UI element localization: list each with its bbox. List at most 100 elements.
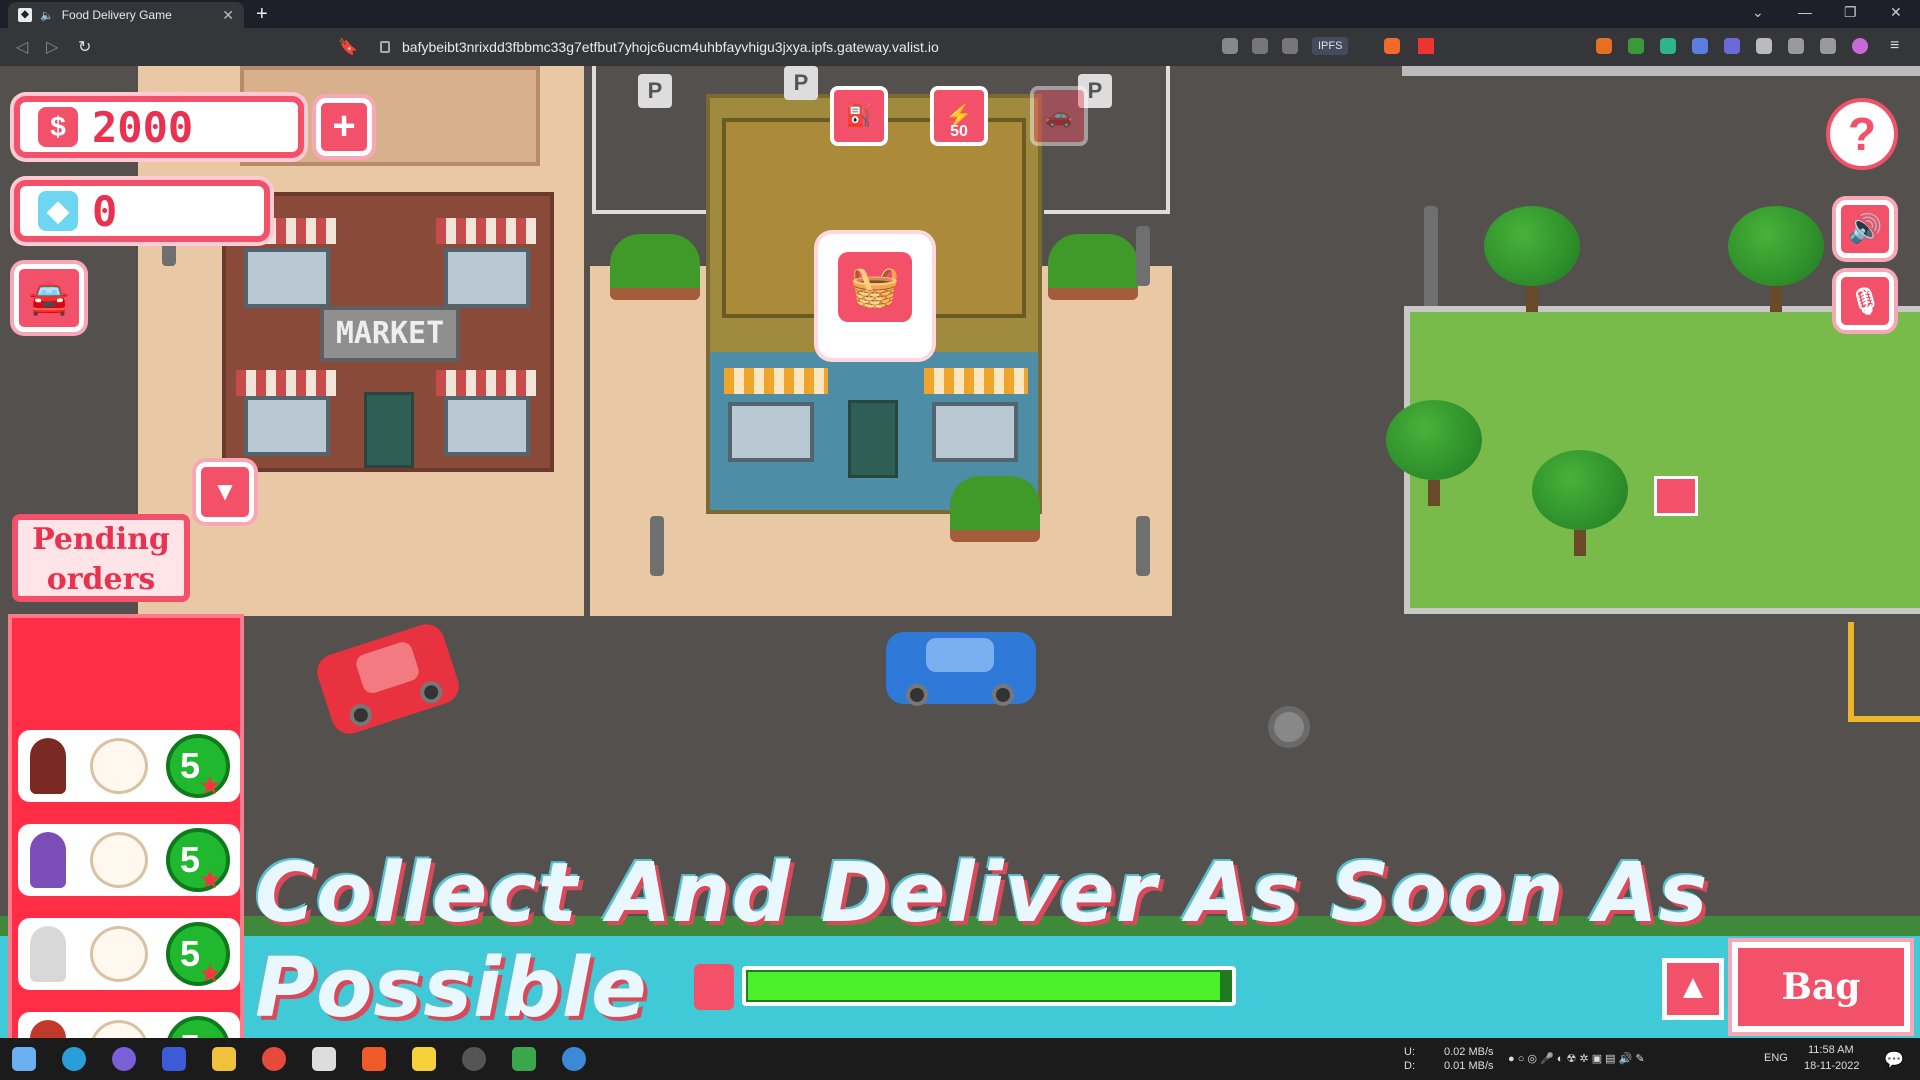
bus-stop-sign: [1654, 476, 1698, 516]
browser-alt-icon[interactable]: [562, 1047, 586, 1071]
reload-icon[interactable]: ↻: [78, 37, 91, 57]
tab-search-icon[interactable]: ⌄: [1752, 4, 1764, 21]
star-icon: ★: [200, 867, 220, 892]
brave-icon[interactable]: [362, 1047, 386, 1071]
brave-shield-icon[interactable]: [1384, 38, 1400, 54]
clock-time[interactable]: 11:58 AM: [1808, 1044, 1854, 1056]
window: [444, 248, 530, 308]
minimize-button[interactable]: —: [1798, 4, 1812, 20]
gem-counter: ◆ 0: [14, 180, 270, 242]
browser-tab[interactable]: ◆ 🔈 Food Delivery Game ✕: [8, 2, 244, 28]
bag-button[interactable]: Bag: [1732, 942, 1910, 1032]
extension-teal-icon[interactable]: [1660, 38, 1676, 54]
share-icon[interactable]: [1282, 38, 1298, 54]
window: [244, 396, 330, 456]
red-car: [312, 619, 464, 739]
chrome-icon[interactable]: [262, 1047, 286, 1071]
pending-orders-label: Pending orders: [12, 514, 190, 602]
manhole: [1268, 706, 1310, 748]
cast-icon[interactable]: [1222, 38, 1238, 54]
diamond-icon: ◆: [38, 191, 78, 231]
sidebar-icon[interactable]: [1788, 38, 1804, 54]
obs-icon[interactable]: [462, 1047, 486, 1071]
close-window-button[interactable]: ✕: [1890, 4, 1902, 21]
parking-line: [1166, 66, 1170, 212]
delivery-zone-marker: [1848, 622, 1920, 722]
mic-muted-button[interactable]: 🎙: [1836, 272, 1894, 330]
tree: [1386, 400, 1482, 506]
rating-badge: 5★: [166, 828, 230, 892]
order-card[interactable]: 5★: [18, 1012, 240, 1038]
menu-icon[interactable]: ≡: [1890, 37, 1899, 55]
extension-green-icon[interactable]: [1628, 38, 1644, 54]
customer-avatar: [30, 832, 66, 888]
extension-blue-icon[interactable]: [1692, 38, 1708, 54]
rating-badge: 5★: [166, 734, 230, 798]
street-lamp: [650, 516, 664, 576]
sticky-notes-icon[interactable]: [412, 1047, 436, 1071]
unity-icon[interactable]: [312, 1047, 336, 1071]
browser-tab-bar: ◆ 🔈 Food Delivery Game ✕ + ⌄ — ❐ ✕: [0, 0, 1920, 28]
windows-start-icon[interactable]: [12, 1047, 36, 1071]
orders-panel: 5★ 5★ 5★ 5★: [8, 614, 244, 1038]
extensions-puzzle-icon[interactable]: [1756, 38, 1772, 54]
ipfs-badge[interactable]: IPFS: [1312, 37, 1349, 55]
game-canvas[interactable]: MARKET 🧺 P P P Collect And Deliver As So…: [0, 66, 1920, 1038]
lock-icon: [380, 41, 390, 53]
broadcast-icon[interactable]: [1252, 38, 1268, 54]
pickup-marker[interactable]: 🧺: [818, 234, 932, 358]
order-card[interactable]: 5★: [18, 730, 240, 802]
fuel-can-icon[interactable]: ⛽: [830, 86, 888, 146]
back-icon[interactable]: ◁: [16, 37, 28, 57]
street-lamp: [1136, 226, 1150, 286]
sound-button[interactable]: 🔊: [1836, 200, 1894, 258]
github-icon[interactable]: [112, 1047, 136, 1071]
speaker-icon: 🔈: [40, 9, 54, 22]
wallet-icon[interactable]: [1820, 38, 1836, 54]
profile-avatar[interactable]: [1852, 38, 1868, 54]
window: [244, 248, 330, 308]
park-fence-top: [1402, 66, 1920, 76]
parking-sign: P: [638, 74, 672, 108]
tree: [1484, 206, 1580, 312]
planter: [610, 234, 700, 300]
energy-boost-button[interactable]: ⚡ 50: [930, 86, 988, 146]
planter: [950, 476, 1040, 542]
collapse-orders-button[interactable]: ▼: [196, 462, 254, 522]
garage-car-button[interactable]: 🚘: [14, 264, 84, 332]
tab-title: Food Delivery Game: [61, 8, 172, 22]
tray-icons[interactable]: ● ○ ◎ 🎤 ◐ ☢ ✲ ▣ ▤ 🔊 ✎: [1508, 1052, 1645, 1065]
money-counter: $ 2000: [14, 96, 304, 158]
customer-avatar: [30, 738, 66, 794]
forward-icon[interactable]: ▷: [46, 37, 58, 57]
energy-value: 50: [950, 123, 968, 140]
donuts-icon: [90, 832, 148, 888]
brave-rewards-icon[interactable]: [1418, 38, 1434, 54]
shop-door: [848, 400, 898, 478]
clock-date[interactable]: 18-11-2022: [1804, 1060, 1859, 1072]
money-value: 2000: [92, 102, 194, 152]
metamask-extension-icon[interactable]: [1596, 38, 1612, 54]
file-explorer-icon[interactable]: [212, 1047, 236, 1071]
language-indicator[interactable]: ENG: [1764, 1052, 1788, 1064]
notepad-icon[interactable]: [512, 1047, 536, 1071]
car-upgrade-icon[interactable]: 🚗: [1030, 86, 1088, 146]
app-icon[interactable]: [162, 1047, 186, 1071]
awning: [436, 370, 536, 396]
close-tab-icon[interactable]: ✕: [222, 7, 234, 24]
new-tab-button[interactable]: +: [256, 3, 268, 26]
url-text: bafybeibt3nrixdd3fbbmc33g7etfbut7yhojc6u…: [402, 39, 939, 55]
edge-icon[interactable]: [62, 1047, 86, 1071]
window: [932, 402, 1018, 462]
bookmark-icon[interactable]: 🔖: [338, 37, 358, 57]
star-icon: ★: [200, 961, 220, 986]
notification-icon[interactable]: 💬: [1884, 1050, 1904, 1070]
help-button[interactable]: ?: [1826, 98, 1898, 170]
order-card[interactable]: 5★: [18, 824, 240, 896]
net-up-label: U:: [1404, 1046, 1415, 1058]
extension-cursor-icon[interactable]: [1724, 38, 1740, 54]
order-card[interactable]: 5★: [18, 918, 240, 990]
add-money-button[interactable]: +: [316, 98, 372, 156]
bag-expand-button[interactable]: ▲: [1662, 958, 1724, 1020]
restore-button[interactable]: ❐: [1844, 4, 1857, 21]
